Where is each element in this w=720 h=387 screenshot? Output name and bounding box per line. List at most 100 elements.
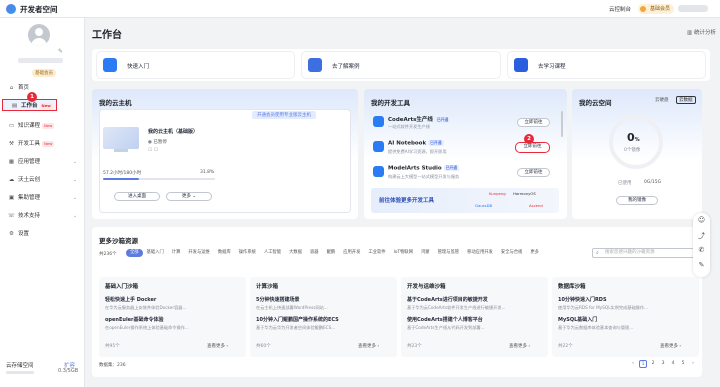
sandbox-item-title[interactable]: 5分钟快速搭建场景 (256, 296, 299, 303)
category-chip[interactable]: 人工智能 (260, 249, 285, 257)
tab-disk[interactable]: 云硬盘 (655, 97, 669, 103)
sandbox-item-desc: 在云主机上快速部署WordPress网站... (256, 305, 328, 310)
sidebar-item-manage[interactable]: ▣ 集助管理 ⌄ (0, 192, 85, 204)
sandbox-item-title[interactable]: 基于CodeArts进行项目的敏捷开发 (407, 296, 488, 303)
view-more-link[interactable]: 查看更多 › (660, 343, 681, 349)
step-marker-1: 1 (27, 92, 37, 102)
phone-icon[interactable]: ✆ (693, 246, 710, 254)
search-input[interactable]: ⌕ 搜索您感兴趣的沙箱资源 (592, 248, 696, 258)
service-icon[interactable]: ☺ (693, 216, 710, 224)
stats-link[interactable]: ▥ 统计分析 (687, 28, 716, 36)
category-chip[interactable]: IoT物联网 (390, 249, 417, 257)
vip-badge[interactable]: 基础会员 (638, 4, 675, 14)
view-more-link[interactable]: 查看更多 › (207, 343, 228, 349)
sandbox-item-title[interactable]: 轻松快速上手 Docker (105, 296, 156, 303)
sidebar-item-tools[interactable]: ⚒ 开发工具 New (0, 138, 85, 150)
share-icon[interactable]: ⤴ (693, 231, 710, 241)
category-chip[interactable]: 应用开发 (339, 249, 364, 257)
feedback-icon[interactable]: ✎ (693, 261, 710, 269)
category-chip[interactable]: 全部 (126, 249, 143, 257)
used-value: 0G/15G (644, 180, 662, 185)
sidebar-item-cloud[interactable]: ☁ 沃土云创 ⌄ (0, 174, 85, 186)
category-chip[interactable]: 移动应用开发 (463, 249, 497, 257)
upgrade-banner[interactable]: 开通会员使用专业版云主机 (252, 111, 316, 119)
modelarts-go-button[interactable]: 立即前往 (517, 168, 550, 177)
sidebar-item-home[interactable]: ⌂ 首页 (0, 82, 85, 94)
sandbox-item-title[interactable]: 10分钟入门鲲鹏国产操作系统的ECS (256, 316, 339, 323)
sidebar-item-apps[interactable]: ▦ 应用管理 ⌄ (0, 156, 85, 168)
page-2[interactable]: 2 (649, 360, 657, 368)
tab-data[interactable]: 云数据 (676, 96, 696, 104)
sandbox-item-desc: 在华为云服务器上安装并体验Docker容器... (105, 305, 187, 310)
logo-icon (6, 4, 16, 14)
view-more-link[interactable]: 查看更多 › (509, 343, 530, 349)
page-4[interactable]: 4 (669, 360, 677, 368)
pagination: ‹ 1 2 3 4 5 › (629, 360, 697, 368)
sandbox-item-desc: 基于华为云华为开发者空间体验鲲鹏ECS... (256, 325, 336, 330)
sidebar-item-settings[interactable]: ⚙ 设置 (0, 228, 85, 240)
usage-percent: 31.8% (200, 170, 215, 175)
avatar[interactable] (28, 24, 50, 46)
category-chip[interactable]: 大数据 (285, 249, 306, 257)
category-chip[interactable]: 操作系统 (235, 249, 260, 257)
sandbox-item-title[interactable]: 使用CodeArts搭建个人博客平台 (407, 316, 483, 323)
host-status: ● 已暂停 (148, 140, 167, 145)
user-name[interactable] (678, 5, 708, 12)
notebook-go-button[interactable]: 立即前往 (515, 142, 550, 153)
usage-percent-value: 0% (627, 131, 640, 144)
brand-title: 开发者空间 (20, 5, 58, 14)
sandbox-item-title[interactable]: 10分钟快速入门RDS (558, 296, 607, 303)
category-chip[interactable]: 安全与合规 (497, 249, 526, 257)
category-chip[interactable]: 开发与运维 (184, 249, 213, 257)
page-title: 工作台 (92, 30, 122, 41)
view-more-link[interactable]: 查看更多 › (358, 343, 379, 349)
search-icon: ⌕ (596, 250, 599, 256)
category-chip[interactable]: 工业软件 (364, 249, 389, 257)
sidebar-item-support[interactable]: ☏ 技术支持 ⌄ (0, 210, 85, 222)
codearts-icon (373, 116, 384, 127)
courses-button[interactable]: 去学习课程 (508, 52, 705, 78)
codearts-go-button[interactable]: 立即前往 (517, 118, 550, 127)
page-3[interactable]: 3 (659, 360, 667, 368)
category-chip[interactable]: 管理与监管 (434, 249, 463, 257)
category-chip[interactable]: 计算 (168, 249, 185, 257)
page-5[interactable]: 5 (679, 360, 687, 368)
more-button[interactable]: 更多 ⌄ (166, 192, 212, 201)
floating-toolbar: ☺ ⤴ ✆ ✎ (693, 213, 710, 277)
cases-button[interactable]: 去了解案例 (302, 52, 500, 78)
next-page-icon[interactable]: › (689, 360, 697, 368)
sandbox-column: 数据库沙箱 10分钟快速入门RDS 使用华为云RDS for MySQL实例完成基础… (552, 277, 699, 357)
shop-icon: ▣ (8, 195, 15, 201)
category-filters: 全部 基础入门 计算 开发与运维 数据库 操作系统 人工智能 大数据 容器 鲲鹏 应用开发 工业软件 I… (126, 249, 566, 271)
top-bar: 开发者空间 云控制台 基础会员 (0, 0, 720, 18)
category-chip[interactable]: 数据库 (214, 249, 235, 257)
category-chip[interactable]: 鸿蒙 (417, 249, 434, 257)
enter-desktop-button[interactable]: 进入桌面 (114, 192, 160, 201)
my-images-button[interactable]: 我的镜像 (616, 196, 658, 205)
quickstart-button[interactable]: 快速入门 (97, 52, 294, 78)
monitor-icon (103, 127, 139, 149)
tool-name: CodeArts生产线 已开通 (388, 116, 451, 123)
category-chip[interactable]: 基础入门 (143, 249, 168, 257)
page-1[interactable]: 1 (639, 360, 647, 368)
category-chip[interactable]: 容器 (306, 249, 323, 257)
category-chip[interactable]: 更多 (526, 249, 543, 257)
app-icon: ▦ (8, 159, 15, 165)
category-chip[interactable]: 鲲鹏 (323, 249, 340, 257)
sidebar-item-courses[interactable]: ▭ 知识课程 New (0, 120, 85, 132)
sandbox-item-title[interactable]: MySQL基础入门 (558, 316, 597, 323)
sandbox-item-desc: 基于华为云数据库体验基本查询与管理... (558, 325, 634, 330)
edit-icon[interactable]: ✎ (58, 48, 63, 55)
cloud-space-panel: 我的云空间 云硬盘 云数据 0% 0个镜像 已使用 0G/15G 我的镜像 (572, 89, 702, 219)
column-count: 共60个 (256, 344, 271, 349)
sandbox-column: 开发与运维沙箱 基于CodeArts进行项目的敏捷开发 基于华为云CodeArts软… (401, 277, 548, 357)
sandbox-item-desc: 在openEuler操作系统上体验基础命令操作... (105, 325, 189, 330)
scrollbar[interactable] (561, 111, 563, 137)
prev-page-icon[interactable]: ‹ (629, 360, 637, 368)
console-link[interactable]: 云控制台 (609, 5, 631, 13)
promo-banner[interactable]: 前往体验更多开发工具 Kunpeng HarmonyOS GaussDB Asc… (371, 188, 559, 213)
book-icon: ▭ (8, 123, 15, 129)
status-icon: ● (148, 140, 152, 145)
sandbox-item-title[interactable]: openEuler基础命令体验 (105, 316, 164, 323)
desk-icon: ▤ (11, 103, 18, 109)
